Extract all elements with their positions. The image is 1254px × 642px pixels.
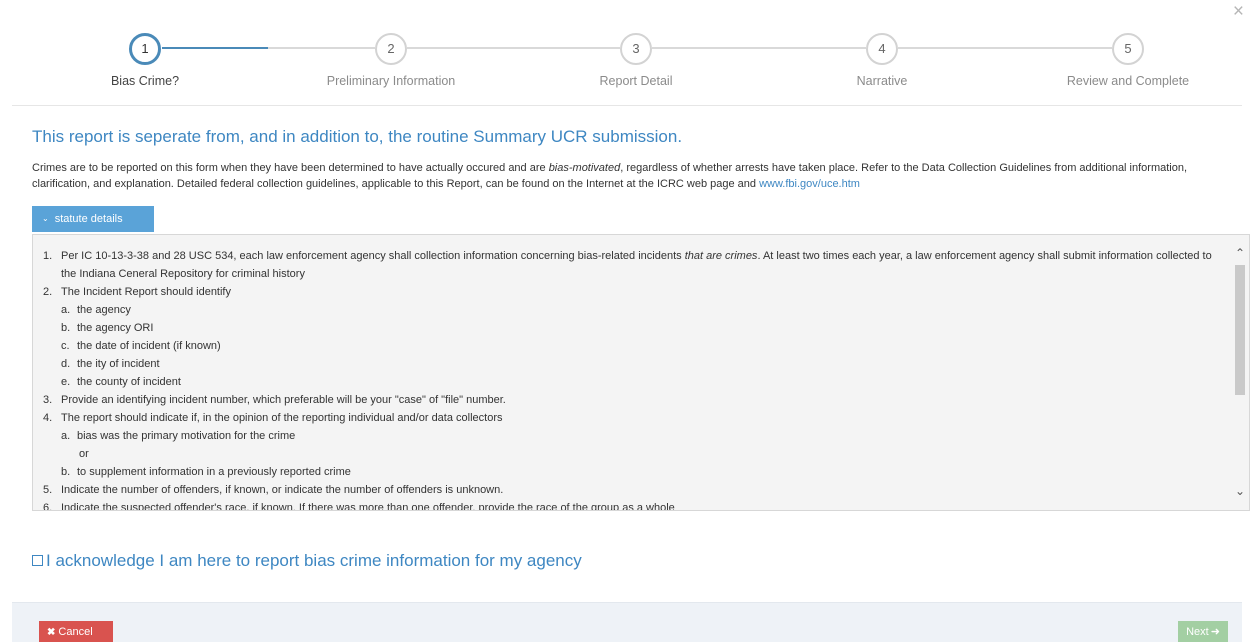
- chevron-down-icon: ⌄: [42, 214, 49, 223]
- statute-subitem: b. to supplement information in a previou…: [33, 463, 1229, 481]
- cancel-label: Cancel: [58, 626, 93, 638]
- intro-text: Crimes are to be reported on this form w…: [32, 162, 549, 174]
- acknowledge-label: I acknowledge I am here to report bias c…: [46, 551, 582, 570]
- item-number: e.: [61, 376, 71, 388]
- item-number: 3.: [43, 394, 53, 406]
- item-text: The Incident Report should identify: [61, 286, 231, 298]
- step-label: Narrative: [856, 74, 908, 88]
- step-report-detail[interactable]: 3 Report Detail: [536, 33, 736, 88]
- item-text: Indicate the suspected offender's race, …: [61, 502, 675, 511]
- item-number: 4.: [43, 412, 53, 424]
- statute-list: 1. Per IC 10-13-3-38 and 28 USC 534, eac…: [33, 247, 1229, 511]
- chevron-down-icon[interactable]: ⌄: [1234, 485, 1246, 497]
- item-text: the county of incident: [77, 376, 181, 388]
- next-button[interactable]: Next ➜: [1178, 621, 1228, 642]
- item-text: Per IC 10-13-3-38 and 28 USC 534, each l…: [61, 250, 685, 262]
- item-text: Indicate the number of offenders, if kno…: [61, 484, 504, 496]
- cancel-button[interactable]: ✖ Cancel: [39, 621, 113, 642]
- step-label: Report Detail: [599, 74, 673, 88]
- step-narrative[interactable]: 4 Narrative: [782, 33, 982, 88]
- step-number: 4: [866, 33, 898, 65]
- step-label: Preliminary Information: [326, 74, 456, 88]
- intro-paragraph: Crimes are to be reported on this form w…: [32, 160, 1247, 192]
- statute-item: 3. Provide an identifying incident number…: [33, 391, 1229, 409]
- statute-subitem: a. the agency: [33, 301, 1229, 319]
- item-text: the ity of incident: [77, 358, 160, 370]
- item-number: 6.: [43, 502, 53, 511]
- statute-subitem: c. the date of incident (if known): [33, 337, 1229, 355]
- chevron-up-icon[interactable]: ⌃: [1234, 247, 1246, 259]
- statute-subitem: e. the county of incident: [33, 373, 1229, 391]
- acknowledge-checkbox[interactable]: I acknowledge I am here to report bias c…: [32, 551, 582, 571]
- item-number: 1.: [43, 250, 53, 262]
- item-number: 2.: [43, 286, 53, 298]
- item-text: the date of incident (if known): [77, 340, 221, 352]
- wizard-stepper: 1 Bias Crime? 2 Preliminary Information …: [0, 0, 1254, 106]
- item-number: c.: [61, 340, 70, 352]
- statute-item: 1. Per IC 10-13-3-38 and 28 USC 534, eac…: [33, 247, 1229, 283]
- step-label: Bias Crime?: [110, 74, 180, 88]
- item-number: b.: [61, 466, 71, 478]
- statute-item: 6. Indicate the suspected offender's race…: [33, 499, 1229, 511]
- intro-emphasis: bias-motivated: [548, 162, 621, 174]
- item-text: bias was the primary motivation for the …: [77, 430, 296, 442]
- statute-or: or: [79, 448, 89, 460]
- step-bias-crime[interactable]: 1 Bias Crime?: [45, 33, 245, 88]
- item-number: d.: [61, 358, 71, 370]
- item-number: a.: [61, 430, 71, 442]
- page-title: This report is seperate from, and in add…: [32, 127, 683, 146]
- step-number: 3: [620, 33, 652, 65]
- statute-item: 5. Indicate the number of offenders, if k…: [33, 481, 1229, 499]
- step-number: 2: [375, 33, 407, 65]
- statute-subitem: d. the ity of incident: [33, 355, 1229, 373]
- wizard-footer: ✖ Cancel Next ➜: [12, 602, 1242, 642]
- header-divider: [12, 105, 1242, 106]
- fbi-guidelines-link[interactable]: www.fbi.gov/uce.htm: [759, 178, 860, 190]
- next-label: Next: [1186, 626, 1209, 638]
- checkbox-icon[interactable]: [32, 555, 43, 566]
- arrow-right-icon: ➜: [1210, 626, 1220, 638]
- step-number: 1: [129, 33, 161, 65]
- statute-subitem: b. the agency ORI: [33, 319, 1229, 337]
- item-text: the agency: [77, 304, 131, 316]
- item-emphasis: that are crimes: [684, 250, 758, 262]
- item-text: the agency ORI: [77, 322, 154, 334]
- item-text: Provide an identifying incident number, …: [61, 394, 506, 406]
- statute-details-label: statute details: [54, 213, 123, 225]
- item-number: a.: [61, 304, 71, 316]
- statute-item: 2. The Incident Report should identify: [33, 283, 1229, 301]
- item-number: 5.: [43, 484, 53, 496]
- step-number: 5: [1112, 33, 1144, 65]
- x-icon: ✖: [47, 627, 56, 638]
- statute-scrollbar[interactable]: ⌃ ⌄: [1231, 235, 1249, 510]
- scrollbar-thumb[interactable]: [1235, 265, 1245, 395]
- item-number: b.: [61, 322, 71, 334]
- statute-details-toggle[interactable]: ⌄ statute details: [32, 206, 154, 232]
- statute-details-panel[interactable]: 1. Per IC 10-13-3-38 and 28 USC 534, eac…: [32, 234, 1250, 511]
- item-text: The report should indicate if, in the op…: [61, 412, 503, 424]
- statute-item: 4. The report should indicate if, in the …: [33, 409, 1229, 427]
- item-text: to supplement information in a previousl…: [77, 466, 351, 478]
- step-label: Review and Complete: [1066, 74, 1190, 88]
- step-preliminary-information[interactable]: 2 Preliminary Information: [291, 33, 491, 88]
- statute-subitem: a. bias was the primary motivation for th…: [33, 427, 1229, 445]
- step-review-and-complete[interactable]: 5 Review and Complete: [1028, 33, 1228, 88]
